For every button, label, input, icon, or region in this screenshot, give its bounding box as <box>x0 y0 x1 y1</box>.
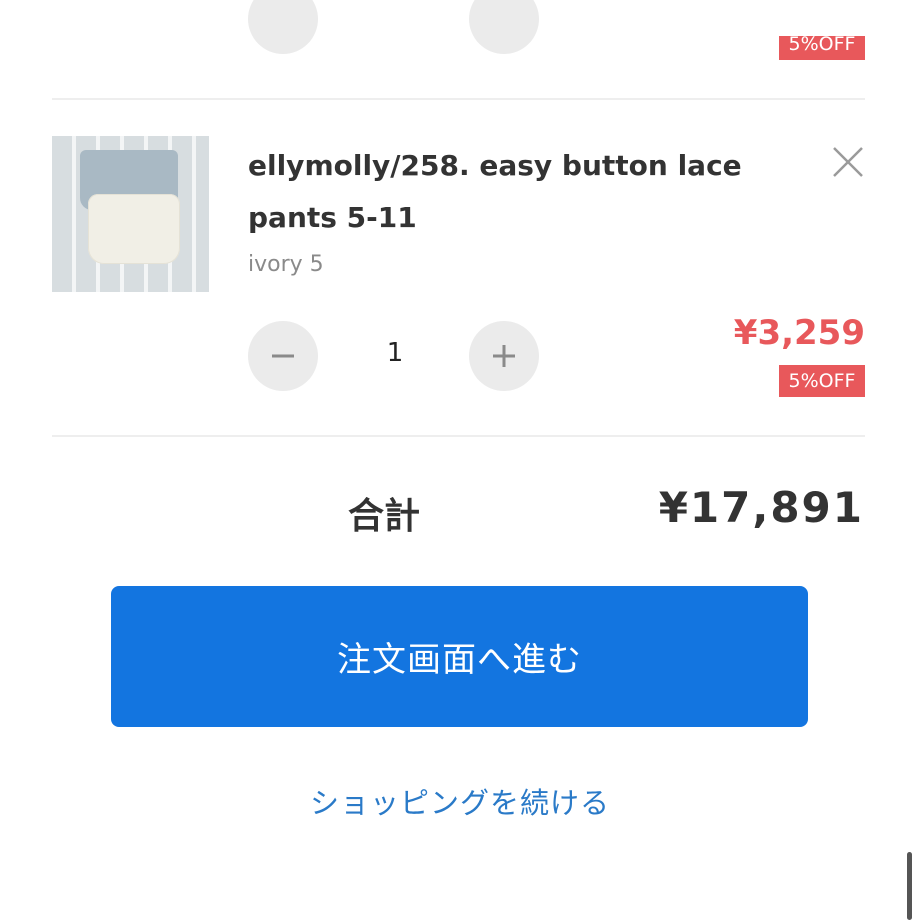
quantity-increase-button[interactable] <box>469 321 539 391</box>
item-divider <box>52 98 865 100</box>
discount-badge: 5%OFF <box>779 365 865 397</box>
continue-shopping-link[interactable]: ショッピングを続ける <box>0 780 920 822</box>
product-thumbnail[interactable] <box>52 136 209 292</box>
previous-discount-badge: 5%OFF <box>779 36 865 60</box>
product-price: ¥3,259 <box>733 313 865 353</box>
plus-icon <box>493 345 515 367</box>
quantity-decrease-button[interactable] <box>248 321 318 391</box>
previous-cart-item: 5%OFF <box>0 0 920 100</box>
total-label: 合計 <box>348 496 421 537</box>
close-icon <box>833 147 863 177</box>
scrollbar[interactable] <box>907 852 912 920</box>
remove-item-button[interactable] <box>830 144 866 180</box>
quantity-value: 1 <box>386 338 404 368</box>
product-variant: ivory 5 <box>248 252 324 277</box>
total-amount: ¥17,891 <box>658 483 864 532</box>
previous-quantity-decrease-button[interactable] <box>248 0 318 54</box>
item-divider <box>52 435 865 437</box>
proceed-to-checkout-button[interactable]: 注文画面へ進む <box>111 586 808 727</box>
minus-icon <box>272 354 294 358</box>
product-title[interactable]: ellymolly/258. easy button lace pants 5-… <box>248 140 818 244</box>
previous-quantity-increase-button[interactable] <box>469 0 539 54</box>
product-image-ivory-pants <box>88 194 180 264</box>
